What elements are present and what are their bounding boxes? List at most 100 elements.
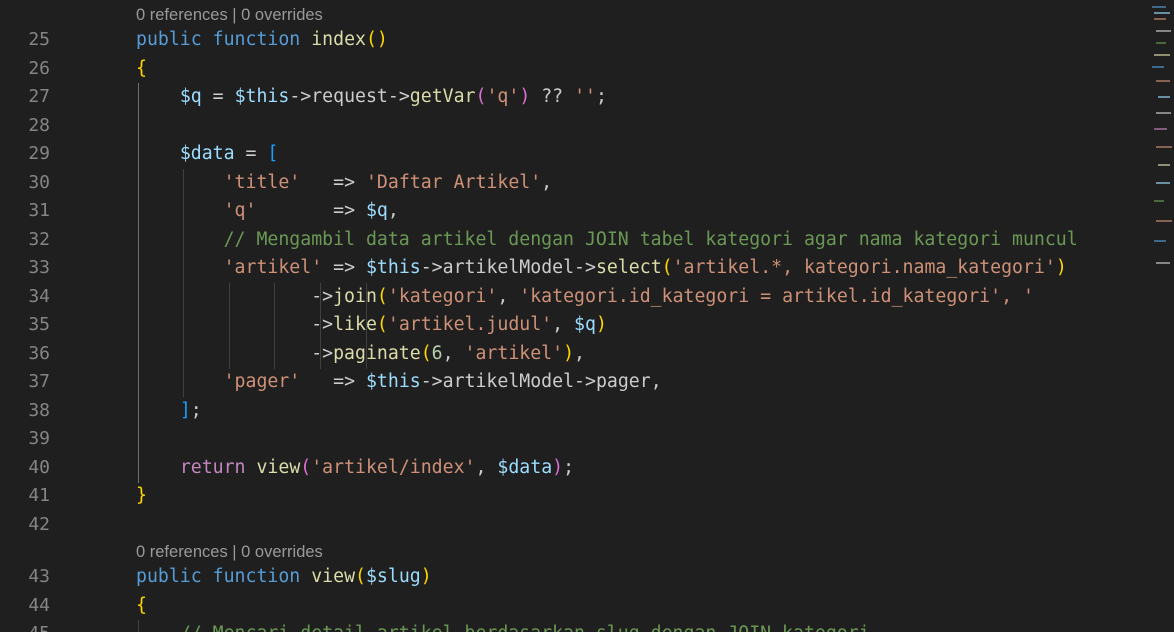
- code-line: 'pager' => $this->artikelModel->pager,: [136, 368, 662, 397]
- paren: (: [365, 29, 377, 50]
- codelens-references[interactable]: 0 references | 0 overrides: [136, 538, 323, 566]
- string: 'artikel.*, kategori.nama_kategori': [672, 257, 1056, 278]
- paren: (: [420, 343, 432, 364]
- minimap-line: [1154, 200, 1164, 202]
- line-number: 37: [28, 371, 50, 392]
- line-number: 43: [28, 566, 50, 587]
- code-line: }: [136, 482, 147, 511]
- function-call: getVar: [409, 86, 476, 107]
- operator: ->: [420, 257, 443, 278]
- punctuation: ,: [552, 314, 575, 335]
- bracket: ]: [179, 400, 191, 421]
- code-editor[interactable]: 25 26 27 28 29 30 31 32 33 34 35 36 37 3…: [0, 0, 1174, 632]
- punctuation: ;: [190, 400, 202, 421]
- array-key: 'q': [223, 200, 257, 221]
- minimap-line: [1154, 12, 1170, 14]
- string: 'Daftar Artikel': [365, 172, 542, 193]
- code-line: $q = $this->request->getVar('q') ?? '';: [136, 83, 607, 112]
- paren: ): [563, 343, 575, 364]
- punctuation: ,: [475, 457, 498, 478]
- punctuation: ,: [387, 200, 399, 221]
- code-line: ];: [136, 397, 202, 426]
- code-line: // Mencari detail artikel berdasarkan sl…: [136, 620, 870, 632]
- paren: ): [552, 457, 564, 478]
- line-number: 38: [28, 400, 50, 421]
- code-line: 'artikel' => $this->artikelModel->select…: [136, 254, 1067, 283]
- variable: $this: [234, 86, 290, 107]
- keyword: function: [212, 566, 301, 587]
- line-number: 40: [28, 457, 50, 478]
- minimap-line: [1156, 112, 1171, 114]
- punctuation: ,: [650, 371, 662, 392]
- minimap-line: [1156, 220, 1172, 222]
- code-line: 'title' => 'Daftar Artikel',: [136, 169, 553, 198]
- punctuation: ,: [574, 343, 585, 364]
- code-line: ->join('kategori', 'kategori.id_kategori…: [136, 283, 1034, 312]
- punctuation: ,: [541, 172, 553, 193]
- property: pager: [595, 371, 651, 392]
- array-key: 'pager': [223, 371, 301, 392]
- keyword: function: [212, 29, 301, 50]
- line-number: 30: [28, 172, 50, 193]
- paren: (: [376, 286, 388, 307]
- property: artikelModel: [442, 371, 575, 392]
- minimap-line: [1156, 80, 1170, 82]
- line-number: 26: [28, 58, 50, 79]
- minimap[interactable]: [1148, 0, 1174, 632]
- paren: ): [1055, 257, 1067, 278]
- string: '': [574, 86, 596, 107]
- code-line: ->like('artikel.judul', $q): [136, 311, 607, 340]
- code-line: public function index(): [136, 26, 388, 55]
- line-number: 29: [28, 143, 50, 164]
- code-line: return view('artikel/index', $data);: [136, 454, 574, 483]
- code-line: ->paginate(6, 'artikel'),: [136, 340, 585, 369]
- line-number: 45: [0, 620, 50, 632]
- keyword: public: [136, 29, 202, 50]
- brace: }: [136, 485, 147, 506]
- variable: $data: [497, 457, 553, 478]
- keyword: public: [136, 566, 202, 587]
- code-area[interactable]: 0 references | 0 overrides public functi…: [92, 0, 1148, 632]
- line-number: 39: [28, 428, 50, 449]
- operator: ->: [574, 371, 596, 392]
- property: artikelModel: [442, 257, 575, 278]
- paren: ): [519, 86, 531, 107]
- line-number: 44: [28, 595, 50, 616]
- minimap-line: [1156, 42, 1166, 44]
- brace: {: [136, 58, 147, 79]
- variable: $this: [365, 257, 421, 278]
- variable: $this: [365, 371, 421, 392]
- line-number: 36: [28, 343, 50, 364]
- string: 'artikel.judul': [387, 314, 553, 335]
- minimap-line: [1154, 240, 1166, 242]
- variable: $q: [179, 86, 202, 107]
- operator: ->: [574, 257, 596, 278]
- operator: ->: [311, 286, 334, 307]
- line-number: 34: [28, 286, 50, 307]
- operator: ->: [289, 86, 312, 107]
- paren: (: [661, 257, 673, 278]
- paren: (: [355, 566, 366, 587]
- punctuation: ,: [497, 286, 520, 307]
- minimap-line: [1156, 30, 1171, 32]
- minimap-line: [1158, 164, 1170, 166]
- array-key: 'artikel': [223, 257, 323, 278]
- paren: (: [376, 314, 388, 335]
- operator: ->: [311, 314, 334, 335]
- minimap-line: [1154, 128, 1167, 130]
- function-name: view: [311, 566, 356, 587]
- punctuation: ;: [563, 457, 575, 478]
- function-name: index: [311, 29, 366, 50]
- string: 'q': [486, 86, 520, 107]
- operator: =>: [256, 200, 366, 221]
- minimap-line: [1152, 6, 1166, 8]
- function-call: paginate: [333, 343, 421, 364]
- codelens-references[interactable]: 0 references | 0 overrides: [136, 1, 323, 29]
- string: , ': [1001, 286, 1034, 307]
- line-number: 33: [28, 257, 50, 278]
- line-number: 28: [28, 115, 50, 136]
- operator: =>: [300, 172, 366, 193]
- code-line: 'q' => $q,: [136, 197, 399, 226]
- function-call: like: [333, 314, 377, 335]
- paren: ): [376, 29, 388, 50]
